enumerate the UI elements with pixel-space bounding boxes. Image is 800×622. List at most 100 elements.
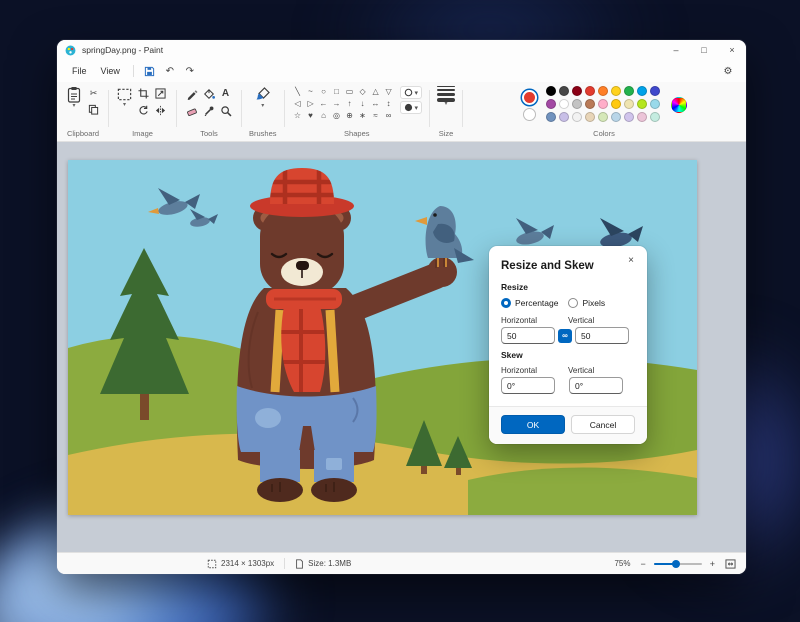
close-button[interactable]: ×	[718, 40, 746, 60]
shape-fill-dropdown[interactable]: ▾	[400, 101, 423, 114]
color-swatch[interactable]	[559, 86, 569, 96]
shape-tool[interactable]: ☆	[292, 110, 304, 121]
shape-tool[interactable]: ←	[318, 98, 330, 109]
fit-to-window-icon[interactable]	[725, 559, 736, 569]
resize-icon[interactable]	[153, 86, 168, 101]
minimize-button[interactable]: –	[662, 40, 690, 60]
shape-tool[interactable]: ▷	[305, 98, 317, 109]
ok-button[interactable]: OK	[501, 415, 565, 434]
percentage-radio[interactable]: Percentage	[501, 298, 558, 308]
color-swatch[interactable]	[624, 112, 634, 122]
color-swatch[interactable]	[624, 99, 634, 109]
color-swatch[interactable]	[611, 99, 621, 109]
save-icon[interactable]	[140, 63, 160, 79]
menu-file[interactable]: File	[65, 63, 94, 79]
shape-tool[interactable]: △	[370, 86, 382, 97]
color-swatch[interactable]	[585, 99, 595, 109]
cut-icon[interactable]: ✂	[86, 86, 101, 101]
color-swatch[interactable]	[572, 99, 582, 109]
shape-tool[interactable]: ▭	[344, 86, 356, 97]
pixels-radio[interactable]: Pixels	[568, 298, 605, 308]
color-swatch[interactable]	[598, 99, 608, 109]
select-caret-icon[interactable]: ▾	[123, 103, 126, 108]
color-swatch[interactable]	[598, 86, 608, 96]
zoom-in-icon[interactable]: +	[708, 559, 717, 569]
magnifier-icon[interactable]	[218, 103, 233, 118]
color-swatch[interactable]	[585, 112, 595, 122]
shape-tool[interactable]: →	[331, 98, 343, 109]
color-swatch[interactable]	[546, 112, 556, 122]
settings-gear-icon[interactable]: ⚙	[718, 63, 738, 79]
shape-tool[interactable]: □	[331, 86, 343, 97]
color1-selected[interactable]	[522, 90, 537, 105]
shape-tool[interactable]: ∞	[383, 110, 395, 121]
color-swatch[interactable]	[559, 99, 569, 109]
color-swatch[interactable]	[559, 112, 569, 122]
edit-colors-wheel-icon[interactable]	[671, 97, 687, 113]
cancel-button[interactable]: Cancel	[571, 415, 635, 434]
shape-tool[interactable]: ~	[305, 86, 317, 97]
color-swatch[interactable]	[572, 112, 582, 122]
color-swatch[interactable]	[546, 99, 556, 109]
shape-tool[interactable]: ◁	[292, 98, 304, 109]
title-bar[interactable]: springDay.png - Paint – □ ×	[57, 40, 746, 60]
zoom-slider-handle[interactable]	[672, 560, 680, 568]
color-swatch[interactable]	[637, 86, 647, 96]
color2-selected[interactable]	[523, 108, 536, 121]
size-button[interactable]: ▾	[437, 86, 455, 107]
color-swatch[interactable]	[585, 86, 595, 96]
shape-tool[interactable]: ∗	[357, 110, 369, 121]
copy-icon[interactable]	[86, 102, 101, 117]
skew-vertical-input[interactable]	[569, 377, 623, 394]
zoom-slider[interactable]	[654, 563, 702, 565]
shape-tool[interactable]: ○	[318, 86, 330, 97]
shape-outline-dropdown[interactable]: ▾	[400, 86, 423, 99]
color-swatch[interactable]	[650, 112, 660, 122]
color-swatch[interactable]	[572, 86, 582, 96]
color-swatch[interactable]	[637, 99, 647, 109]
skew-horizontal-input[interactable]	[501, 377, 555, 394]
dialog-close-icon[interactable]: ×	[623, 252, 639, 268]
color-swatch[interactable]	[637, 112, 647, 122]
fill-bucket-icon[interactable]	[201, 86, 216, 101]
color-swatch[interactable]	[650, 86, 660, 96]
shape-tool[interactable]: ╲	[292, 86, 304, 97]
shape-tool[interactable]: ↑	[344, 98, 356, 109]
shape-tool[interactable]: ↕	[383, 98, 395, 109]
shape-tool[interactable]: ♥	[305, 110, 317, 121]
zoom-out-icon[interactable]: −	[638, 559, 647, 569]
crop-icon[interactable]	[136, 86, 151, 101]
shape-tool[interactable]: ≈	[370, 110, 382, 121]
flip-icon[interactable]	[153, 103, 168, 118]
size-caret-icon[interactable]: ▾	[445, 102, 448, 107]
shape-tool[interactable]: ↔	[370, 98, 382, 109]
resize-horizontal-input[interactable]	[501, 327, 555, 344]
color-swatch[interactable]	[611, 86, 621, 96]
shape-tool[interactable]: ▽	[383, 86, 395, 97]
rotate-icon[interactable]	[136, 103, 151, 118]
paste-button[interactable]: ▾	[65, 86, 83, 109]
brushes-button[interactable]: ▾	[254, 86, 272, 109]
color-swatch[interactable]	[546, 86, 556, 96]
shape-tool[interactable]: ⊕	[344, 110, 356, 121]
shape-tool[interactable]: ⌂	[318, 110, 330, 121]
color-swatch[interactable]	[650, 99, 660, 109]
menu-view[interactable]: View	[94, 63, 127, 79]
shape-tool[interactable]: ↓	[357, 98, 369, 109]
redo-icon[interactable]: ↷	[180, 63, 200, 79]
maintain-aspect-ratio-link-icon[interactable]: ∞	[558, 329, 572, 343]
shape-tool[interactable]: ◎	[331, 110, 343, 121]
undo-icon[interactable]: ↶	[160, 63, 180, 79]
paste-caret-icon[interactable]: ▾	[72, 104, 75, 109]
shape-tool[interactable]: ◇	[357, 86, 369, 97]
color-picker-icon[interactable]	[201, 103, 216, 118]
resize-vertical-input[interactable]	[575, 327, 629, 344]
select-button[interactable]: ▾	[116, 86, 133, 108]
color-swatch[interactable]	[624, 86, 634, 96]
color-swatch[interactable]	[611, 112, 621, 122]
text-tool-icon[interactable]: A	[218, 86, 233, 101]
color-swatch[interactable]	[598, 112, 608, 122]
maximize-button[interactable]: □	[690, 40, 718, 60]
pencil-icon[interactable]	[184, 86, 199, 101]
brushes-caret-icon[interactable]: ▾	[261, 104, 264, 109]
